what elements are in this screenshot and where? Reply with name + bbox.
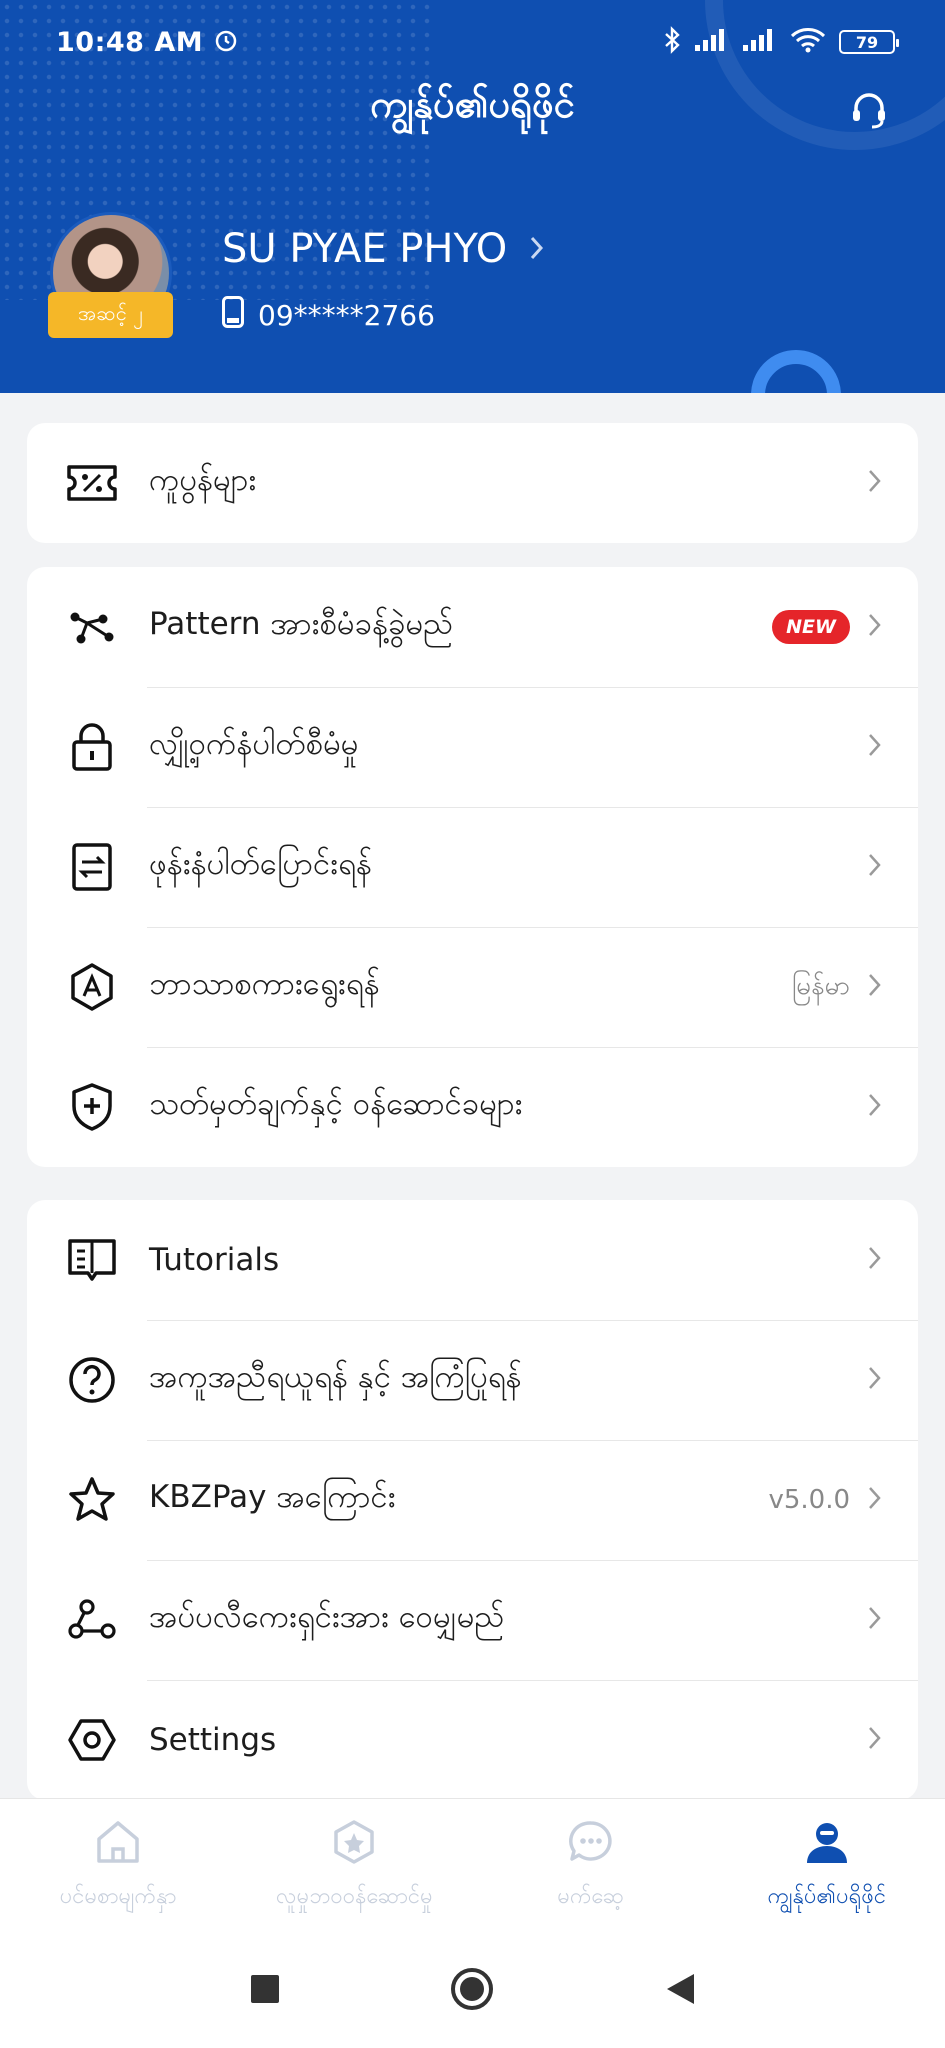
person-icon xyxy=(803,1819,851,1871)
nav-label: ကျွန်ုပ်၏ပရိုဖိုင် xyxy=(767,1884,887,1909)
menu-item-label: လျှို့ဝှက်နံပါတ်စီမံမှု xyxy=(149,726,359,762)
version-value: v5.0.0 xyxy=(768,1485,850,1515)
chevron-right-icon xyxy=(868,1365,882,1395)
header-decoration xyxy=(751,350,841,393)
menu-item-label: ကူပွန်များ xyxy=(149,462,257,498)
nav-label: မက်ဆေ့ xyxy=(557,1884,624,1909)
menu-item-help[interactable]: အကူအညီရယူရန် နှင့် အကြံပြုရန် xyxy=(27,1320,918,1440)
status-bar: 10:48 AM 79 xyxy=(56,22,899,62)
menu-item-settings[interactable]: Settings xyxy=(27,1680,918,1800)
nav-item-profile[interactable]: ကျွန်ုပ်၏ပရိုဖိုင် xyxy=(709,1799,945,1934)
menu-item-pattern[interactable]: Pattern အားစီမံခန့်ခွဲမည် NEW xyxy=(27,567,918,687)
menu-item-label: Settings xyxy=(149,1722,277,1758)
chevron-right-icon xyxy=(868,1092,882,1122)
recent-apps-button[interactable] xyxy=(250,1974,280,2008)
profile-header: 10:48 AM 79 ကျွန်ုပ်၏ပရိုဖိုင် အဆင့် ၂ S… xyxy=(0,0,945,393)
headset-icon[interactable] xyxy=(847,88,891,136)
chevron-right-icon xyxy=(868,852,882,882)
chevron-right-icon xyxy=(868,1245,882,1275)
menu-item-label: အကူအညီရယူရန် နှင့် အကြံပြုရန် xyxy=(149,1359,522,1395)
home-button[interactable] xyxy=(450,1967,494,2015)
back-button[interactable] xyxy=(664,1972,696,2010)
menu-item-pin[interactable]: လျှို့ဝှက်နံပါတ်စီမံမှု xyxy=(27,687,918,807)
chevron-right-icon xyxy=(868,1725,882,1755)
chevron-right-icon xyxy=(868,612,882,642)
alarm-icon xyxy=(213,27,239,57)
bluetooth-icon xyxy=(663,26,681,58)
book-icon xyxy=(65,1233,119,1287)
menu-item-language[interactable]: ဘာသာစကားရွေးရန် မြန်မာ xyxy=(27,927,918,1047)
menu-item-about[interactable]: KBZPay အကြောင်း v5.0.0 xyxy=(27,1440,918,1560)
status-icons: 79 xyxy=(663,26,899,58)
menu-item-label: ဘာသာစကားရွေးရန် xyxy=(149,966,380,1002)
user-name-link[interactable]: SU PYAE PHYO xyxy=(222,226,545,272)
menu-item-label: သတ်မှတ်ချက်နှင့် ဝန်ဆောင်ခများ xyxy=(149,1086,523,1122)
nav-label: ပင်မစာမျက်နှာ xyxy=(59,1884,177,1909)
info-card: Tutorials အကူအညီရယူရန် နှင့် အကြံပြုရန် … xyxy=(27,1200,918,1800)
swap-icon xyxy=(65,840,119,894)
menu-item-terms[interactable]: သတ်မှတ်ချက်နှင့် ဝန်ဆောင်ခများ xyxy=(27,1047,918,1167)
signal-icon xyxy=(741,27,777,57)
page-title: ကျွန်ုပ်၏ပရိုဖိုင် xyxy=(370,82,575,126)
chevron-right-icon xyxy=(868,972,882,1002)
share-icon xyxy=(65,1593,119,1647)
home-icon xyxy=(94,1819,142,1871)
phone-row: 09*****2766 xyxy=(222,296,435,335)
menu-item-label: Pattern အားစီမံခန့်ခွဲမည် xyxy=(149,606,454,642)
language-icon xyxy=(65,960,119,1014)
nav-item-messages[interactable]: မက်ဆေ့ xyxy=(473,1799,709,1934)
wifi-icon xyxy=(789,26,827,58)
coupon-icon xyxy=(65,456,119,510)
menu-item-share[interactable]: အပ်ပလီကေးရှင်းအား ဝေမျှမည် xyxy=(27,1560,918,1680)
security-card: Pattern အားစီမံခန့်ခွဲမည် NEW လျှို့ဝှက်… xyxy=(27,567,918,1167)
user-name: SU PYAE PHYO xyxy=(222,226,508,272)
lock-icon xyxy=(65,720,119,774)
signal-icon xyxy=(693,27,729,57)
language-value: မြန်မာ xyxy=(791,970,850,1001)
chevron-right-icon xyxy=(529,226,545,272)
status-time: 10:48 AM xyxy=(56,26,204,58)
chat-icon xyxy=(567,1819,615,1871)
star-icon xyxy=(65,1473,119,1527)
menu-item-tutorials[interactable]: Tutorials xyxy=(27,1200,918,1320)
level-badge: အဆင့် ၂ xyxy=(48,292,173,338)
new-badge: NEW xyxy=(772,610,850,644)
pattern-icon xyxy=(65,600,119,654)
chevron-right-icon xyxy=(868,1485,882,1515)
help-icon xyxy=(65,1353,119,1407)
menu-item-label: Tutorials xyxy=(149,1242,280,1278)
settings-icon xyxy=(65,1713,119,1767)
shield-plus-icon xyxy=(65,1080,119,1134)
nav-label: လူမှုဘဝဝန်ဆောင်မှု xyxy=(276,1884,433,1909)
menu-item-change-phone[interactable]: ဖုန်းနံပါတ်ပြောင်းရန် xyxy=(27,807,918,927)
nav-item-home[interactable]: ပင်မစာမျက်နှာ xyxy=(0,1799,236,1934)
chevron-right-icon xyxy=(868,732,882,762)
battery-indicator: 79 xyxy=(839,30,899,54)
menu-item-label: အပ်ပလီကေးရှင်းအား ဝေမျှမည် xyxy=(149,1599,505,1635)
phone-number: 09*****2766 xyxy=(258,299,435,332)
chevron-right-icon xyxy=(868,468,882,498)
chevron-right-icon xyxy=(868,1605,882,1635)
coupons-card: ကူပွန်များ xyxy=(27,423,918,543)
system-navigation xyxy=(0,1934,945,2048)
nav-item-services[interactable]: လူမှုဘဝဝန်ဆောင်မှု xyxy=(236,1799,472,1934)
menu-item-coupons[interactable]: ကူပွန်များ xyxy=(27,423,918,543)
bottom-navigation: ပင်မစာမျက်နှာ လူမှုဘဝဝန်ဆောင်မှု မက်ဆေ့ … xyxy=(0,1798,945,1934)
badge-icon xyxy=(330,1819,378,1871)
menu-item-label: KBZPay အကြောင်း xyxy=(149,1479,396,1515)
phone-icon xyxy=(222,296,244,335)
menu-item-label: ဖုန်းနံပါတ်ပြောင်းရန် xyxy=(149,846,372,882)
